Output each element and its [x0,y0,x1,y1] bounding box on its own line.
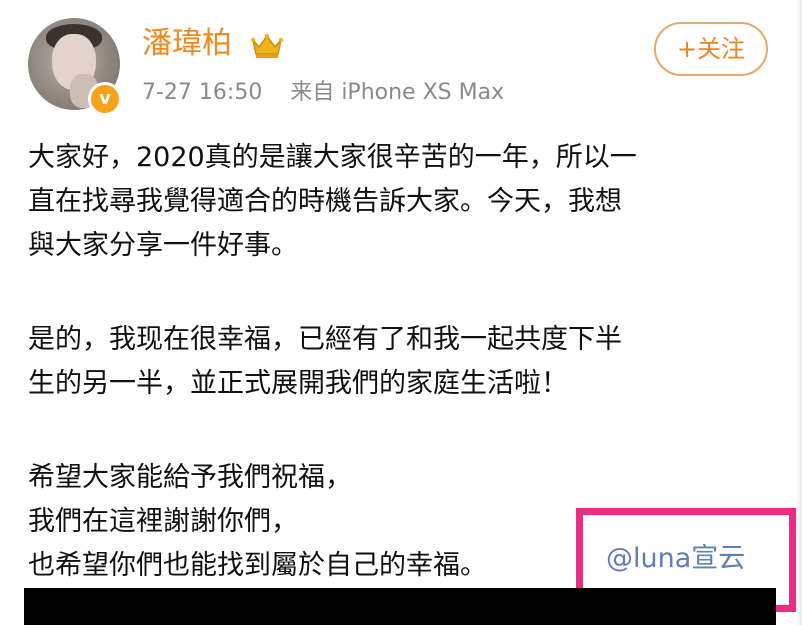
post-timestamp: 7-27 16:50 [142,80,263,105]
weibo-post-screenshot: v 潘瑋柏 7-27 16:50 来自 iPhone XS Max +关注 大家… [0,0,802,625]
follow-button[interactable]: +关注 [654,22,768,76]
post-line: 大家好，2020真的是讓大家很辛苦的一年，所以一 [28,142,637,173]
post-line: 直在找尋我覺得適合的時機告訴大家。今天，我想 [28,186,622,217]
post-line: 是的，我现在很幸福，已經有了和我一起共度下半 [28,324,622,355]
post-paragraph: 大家好，2020真的是讓大家很辛苦的一年，所以一 直在找尋我覺得適合的時機告訴大… [28,136,788,268]
right-edge-shadow [796,0,802,625]
post-paragraph: 是的，我现在很幸福，已經有了和我一起共度下半 生的另一半，並正式展開我們的家庭生… [28,318,788,406]
post-line: 希望大家能給予我們祝福， [28,462,352,493]
post-meta: 7-27 16:50 来自 iPhone XS Max [142,78,504,108]
crown-icon [250,33,284,58]
username[interactable]: 潘瑋柏 [142,24,232,64]
redaction-bar [24,588,776,625]
post-line: 生的另一半，並正式展開我們的家庭生活啦！ [28,368,568,399]
verified-badge-icon: v [88,82,122,116]
post-line: 與大家分享一件好事。 [28,230,298,261]
post-source: 来自 iPhone XS Max [290,80,505,105]
